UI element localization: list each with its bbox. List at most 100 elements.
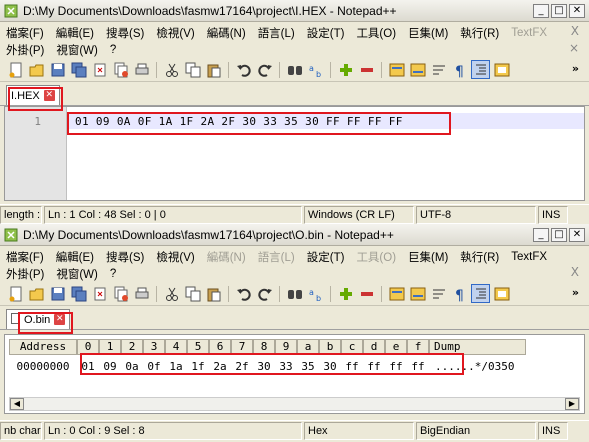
status-eol: Hex <box>304 421 414 440</box>
menu-item[interactable]: ? <box>110 44 116 56</box>
zoom-out-icon[interactable] <box>357 284 376 303</box>
maximize-button[interactable]: □ <box>551 227 567 242</box>
toolbar-separator <box>330 285 331 302</box>
zoom-in-icon[interactable] <box>336 60 355 79</box>
find-icon[interactable] <box>285 60 304 79</box>
redo-icon[interactable] <box>255 284 274 303</box>
menu-item[interactable]: 巨集(M) <box>408 25 448 41</box>
close-button[interactable]: ✕ <box>569 227 585 242</box>
hex-header-address: Address <box>9 339 77 355</box>
menu-item[interactable]: 工具(O) <box>356 25 396 41</box>
menu-item[interactable]: 外掛(P) <box>6 42 44 58</box>
menu-item[interactable]: 外掛(P) <box>6 266 44 282</box>
sync-vertical-icon[interactable] <box>387 284 406 303</box>
menu-item[interactable]: 編碼(N) <box>207 249 246 265</box>
menu-item[interactable]: 語言(L) <box>258 249 295 265</box>
menu-item[interactable]: 設定(T) <box>307 25 345 41</box>
menu-item[interactable]: 語言(L) <box>258 25 295 41</box>
replace-icon[interactable]: ab <box>306 284 325 303</box>
print-icon[interactable] <box>132 284 151 303</box>
cut-icon[interactable] <box>162 284 181 303</box>
zoom-in-icon[interactable] <box>336 284 355 303</box>
open-file-icon[interactable] <box>27 60 46 79</box>
menu-item[interactable]: 檢視(V) <box>156 25 194 41</box>
menu-item[interactable]: TextFX <box>511 27 547 39</box>
print-icon[interactable] <box>132 60 151 79</box>
new-file-icon[interactable] <box>6 284 25 303</box>
new-file-icon[interactable] <box>6 60 25 79</box>
close-file-icon[interactable] <box>90 284 109 303</box>
toolbar: a b ¶ » <box>0 282 589 306</box>
menu-item[interactable]: 檔案(F) <box>6 249 44 265</box>
sync-horizontal-icon[interactable] <box>408 284 427 303</box>
menu-item[interactable]: 編碼(N) <box>207 25 246 41</box>
paste-icon[interactable] <box>204 284 223 303</box>
scroll-right-icon[interactable]: ▶ <box>565 398 579 410</box>
cut-icon[interactable] <box>162 60 181 79</box>
notepadpp-app-icon <box>4 228 18 242</box>
menu-close-icon[interactable]: × <box>569 41 579 55</box>
undo-icon[interactable] <box>234 60 253 79</box>
redo-icon[interactable] <box>255 60 274 79</box>
close-all-icon[interactable] <box>111 60 130 79</box>
menu-item[interactable]: 執行(R) <box>460 25 499 41</box>
scroll-left-icon[interactable]: ◀ <box>10 398 24 410</box>
indent-guide-icon[interactable] <box>471 284 490 303</box>
copy-icon[interactable] <box>183 60 202 79</box>
save-all-icon[interactable] <box>69 284 88 303</box>
titlebar[interactable]: D:\My Documents\Downloads\fasmw17164\pro… <box>0 224 589 246</box>
toolbar-separator <box>381 61 382 78</box>
save-icon[interactable] <box>48 284 67 303</box>
toolbar-separator <box>156 285 157 302</box>
minimize-button[interactable]: _ <box>533 3 549 18</box>
toolbar-overflow-icon[interactable]: » <box>572 62 579 75</box>
close-file-icon[interactable] <box>90 60 109 79</box>
menu-item[interactable]: 視窗(W) <box>56 42 98 58</box>
sync-vertical-icon[interactable] <box>387 60 406 79</box>
menu-item[interactable]: 搜尋(S) <box>106 249 144 265</box>
paste-icon[interactable] <box>204 60 223 79</box>
menu-item[interactable]: 巨集(M) <box>408 249 448 265</box>
copy-icon[interactable] <box>183 284 202 303</box>
titlebar[interactable]: D:\My Documents\Downloads\fasmw17164\pro… <box>0 0 589 22</box>
show-all-chars-icon[interactable]: ¶ <box>450 60 469 79</box>
show-all-chars-icon[interactable]: ¶ <box>450 284 469 303</box>
maximize-button[interactable]: □ <box>551 3 567 18</box>
word-wrap-icon[interactable] <box>429 60 448 79</box>
open-file-icon[interactable] <box>27 284 46 303</box>
horizontal-scrollbar[interactable]: ◀ ▶ <box>9 397 580 411</box>
menu-item[interactable]: 檔案(F) <box>6 25 44 41</box>
menu-item[interactable]: 搜尋(S) <box>106 25 144 41</box>
notepadpp-window-ihex: D:\My Documents\Downloads\fasmw17164\pro… <box>0 0 589 224</box>
toolbar-separator <box>381 285 382 302</box>
zoom-out-icon[interactable] <box>357 60 376 79</box>
menu-close-doc-x[interactable]: X <box>571 265 579 279</box>
close-all-icon[interactable] <box>111 284 130 303</box>
menu-item[interactable]: 設定(T) <box>307 249 345 265</box>
menu-item[interactable]: 檢視(V) <box>156 249 194 265</box>
menu-item[interactable]: ? <box>110 268 116 280</box>
toolbar-overflow-icon[interactable]: » <box>572 286 579 299</box>
word-wrap-icon[interactable] <box>429 284 448 303</box>
menu-item[interactable]: TextFX <box>511 251 547 263</box>
menu-close-doc-x[interactable]: X <box>571 24 579 38</box>
minimize-button[interactable]: _ <box>533 227 549 242</box>
replace-icon[interactable]: ab <box>306 60 325 79</box>
indent-guide-icon[interactable] <box>471 60 490 79</box>
line-number: 1 <box>34 115 41 128</box>
undo-icon[interactable] <box>234 284 253 303</box>
menu-item[interactable]: 工具(O) <box>356 249 396 265</box>
find-icon[interactable] <box>285 284 304 303</box>
menu-item[interactable]: 視窗(W) <box>56 266 98 282</box>
menu-item[interactable]: 編輯(E) <box>56 249 94 265</box>
doc-map-icon[interactable] <box>492 60 511 79</box>
save-icon[interactable] <box>48 60 67 79</box>
save-all-icon[interactable] <box>69 60 88 79</box>
close-button[interactable]: ✕ <box>569 3 585 18</box>
doc-map-icon[interactable] <box>492 284 511 303</box>
sync-horizontal-icon[interactable] <box>408 60 427 79</box>
toolbar-separator <box>228 61 229 78</box>
menu-item[interactable]: 執行(R) <box>460 249 499 265</box>
menu-item[interactable]: 編輯(E) <box>56 25 94 41</box>
status-mode: INS <box>538 421 568 440</box>
